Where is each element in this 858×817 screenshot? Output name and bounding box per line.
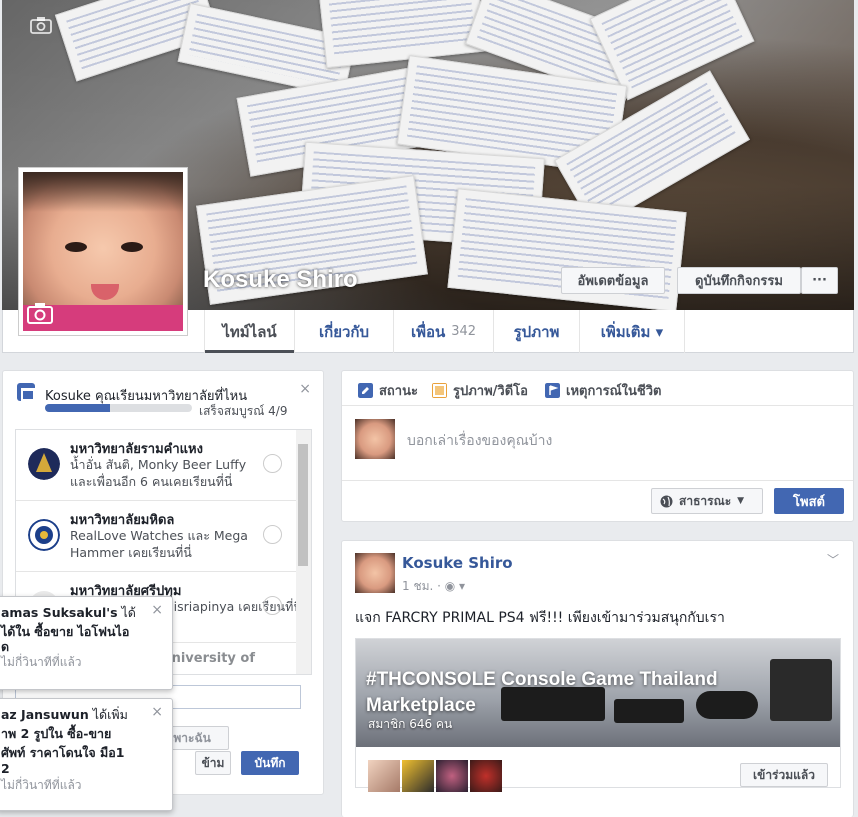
notification-time: ไม่กี่วินาทีที่แล้ว (1, 778, 82, 792)
tab-label: รูปภาพ/วิดีโอ (453, 384, 528, 399)
university-desc: น้ำอั่น สันติ, Monky Beer Luffy และเพื่อ… (70, 457, 247, 489)
post-text: แจก FARCRY PRIMAL PS4 ฟรี!!! เพียงเข้ามา… (355, 610, 725, 626)
tab-photos[interactable]: รูปภาพ (493, 310, 579, 353)
avatar[interactable] (355, 553, 395, 593)
avatar[interactable] (355, 419, 395, 459)
tab-label: รูปภาพ (513, 322, 560, 341)
hair (23, 172, 183, 212)
notification-popup[interactable]: az Jansuwun ได้เพิ่ม าพ 2 รูปใน ซื้อ-ขาย… (0, 698, 173, 811)
close-icon[interactable]: × (151, 703, 163, 722)
notification-actor: amas Suksakul's (1, 605, 118, 620)
progress-text: เสร็จสมบูรณ์ 4/9 (199, 404, 288, 418)
pencil-icon (358, 383, 373, 398)
notification-text: ศัพท์ ราคาโดนใจ มือ1 (1, 745, 125, 760)
scrollbar[interactable] (296, 430, 311, 674)
tab-label: สถานะ (379, 384, 418, 399)
photo-icon (432, 383, 447, 398)
post-composer: สถานะ รูปภาพ/วิดีโอ เหตุการณ์ในชีวิต บอก… (341, 370, 854, 522)
post-timestamp[interactable]: 1 ชม. · ◉ ▾ (402, 577, 465, 596)
university-desc: aisriapinya เคยเรียนที่นี่ (166, 599, 302, 614)
save-button[interactable]: บันทึก (241, 751, 299, 775)
notification-text: ด (1, 639, 10, 654)
tab-photo-video[interactable]: รูปภาพ/วิดีโอ (432, 380, 528, 401)
notification-actor: az Jansuwun (1, 707, 89, 722)
status-input[interactable]: บอกเล่าเรื่องของคุณบ้าง (407, 430, 552, 452)
post-author[interactable]: Kosuke Shiro (402, 554, 513, 572)
chevron-down-icon[interactable]: ﹀ (827, 551, 839, 568)
group-members: สมาชิก 646 คน (368, 717, 453, 731)
more-options-button[interactable]: ··· (801, 267, 838, 294)
camera-icon[interactable] (30, 16, 52, 34)
member-avatar[interactable] (402, 760, 434, 792)
friends-count: 342 (451, 324, 477, 339)
scrollbar-thumb[interactable] (298, 444, 308, 566)
select-radio[interactable] (263, 454, 282, 473)
notification-text: ได้เพิ่ม (88, 707, 128, 722)
notification-time: ไม่กี่วินาทีที่แล้ว (1, 655, 82, 669)
notification-text: าพ 2 รูปใน ซื้อ-ขาย (1, 726, 112, 741)
tab-life-event[interactable]: เหตุการณ์ในชีวิต (545, 380, 661, 401)
flag-icon (545, 383, 560, 398)
skip-button[interactable]: ข้าม (195, 751, 231, 775)
tab-friends[interactable]: เพื่อน 342 (393, 310, 493, 353)
tab-label: เพื่อน (410, 322, 446, 341)
tab-more[interactable]: เพิ่มเติม ▾ (579, 310, 685, 353)
select-radio[interactable] (263, 525, 282, 544)
member-avatar[interactable] (436, 760, 468, 792)
chevron-down-icon: ▼ (737, 496, 745, 506)
privacy-label: สาธารณะ (679, 493, 732, 508)
notification-popup[interactable]: amas Suksakul's ได้ ได้ใน ซื้อขาย ไอโฟนไ… (0, 596, 173, 690)
notification-text: ได้ (117, 605, 136, 620)
eye (121, 242, 143, 252)
update-info-button[interactable]: อัพเดตข้อมูล (561, 267, 665, 294)
divider (342, 405, 853, 406)
school-icon (17, 383, 35, 401)
group-cover[interactable]: #THCONSOLE Console Game Thailand Marketp… (356, 639, 840, 747)
joined-button[interactable]: เข้าร่วมแล้ว (740, 763, 828, 787)
globe-icon (660, 495, 673, 507)
tab-label: ไทม์ไลน์ (222, 322, 277, 341)
post-button[interactable]: โพสต์ (774, 488, 844, 514)
progress-fill (45, 404, 110, 412)
member-avatar[interactable] (470, 760, 502, 792)
tab-timeline[interactable]: ไทม์ไลน์ (204, 310, 294, 353)
eye (65, 242, 87, 252)
university-logo-icon (28, 448, 60, 480)
notification-text: 2 (1, 761, 10, 776)
divider (342, 480, 853, 481)
tab-label: เพิ่มเติม ▾ (600, 322, 664, 341)
activity-log-button[interactable]: ดูบันทึกกิจกรรม (677, 267, 801, 294)
tab-label: เกี่ยวกับ (318, 322, 370, 341)
group-title[interactable]: #THCONSOLE Console Game Thailand Marketp… (366, 667, 786, 719)
tab-about[interactable]: เกี่ยวกับ (294, 310, 393, 353)
select-radio[interactable] (263, 596, 282, 615)
feed-post: Kosuke Shiro 1 ชม. · ◉ ▾ ﹀ แจก FARCRY PR… (341, 540, 854, 817)
list-item[interactable]: มหาวิทยาลัยมหิดล RealLove Watches และ Me… (16, 501, 296, 572)
privacy-selector[interactable]: สาธารณะ ▼ (651, 488, 763, 514)
group-attachment[interactable]: #THCONSOLE Console Game Thailand Marketp… (355, 638, 841, 792)
member-avatar[interactable] (368, 760, 400, 792)
tab-status[interactable]: สถานะ (358, 380, 418, 401)
tab-label: เหตุการณ์ในชีวิต (566, 384, 662, 399)
close-icon[interactable]: × (299, 381, 311, 397)
notification-text: ได้ใน ซื้อขาย ไอโฟนไอ (1, 624, 130, 639)
progress-bar (45, 404, 192, 412)
profile-picture[interactable] (18, 167, 188, 336)
mouth (91, 284, 119, 300)
university-logo-icon (28, 519, 60, 551)
university-desc: RealLove Watches และ Mega Hammer เคยเรีย… (70, 528, 248, 560)
close-icon[interactable]: × (151, 601, 163, 620)
camera-icon[interactable] (27, 302, 53, 324)
profile-name[interactable]: Kosuke Shiro (203, 266, 358, 294)
receipt-image (318, 0, 486, 69)
list-item[interactable]: มหาวิทยาลัยรามคำแหง น้ำอั่น สันติ, Monky… (16, 430, 296, 501)
